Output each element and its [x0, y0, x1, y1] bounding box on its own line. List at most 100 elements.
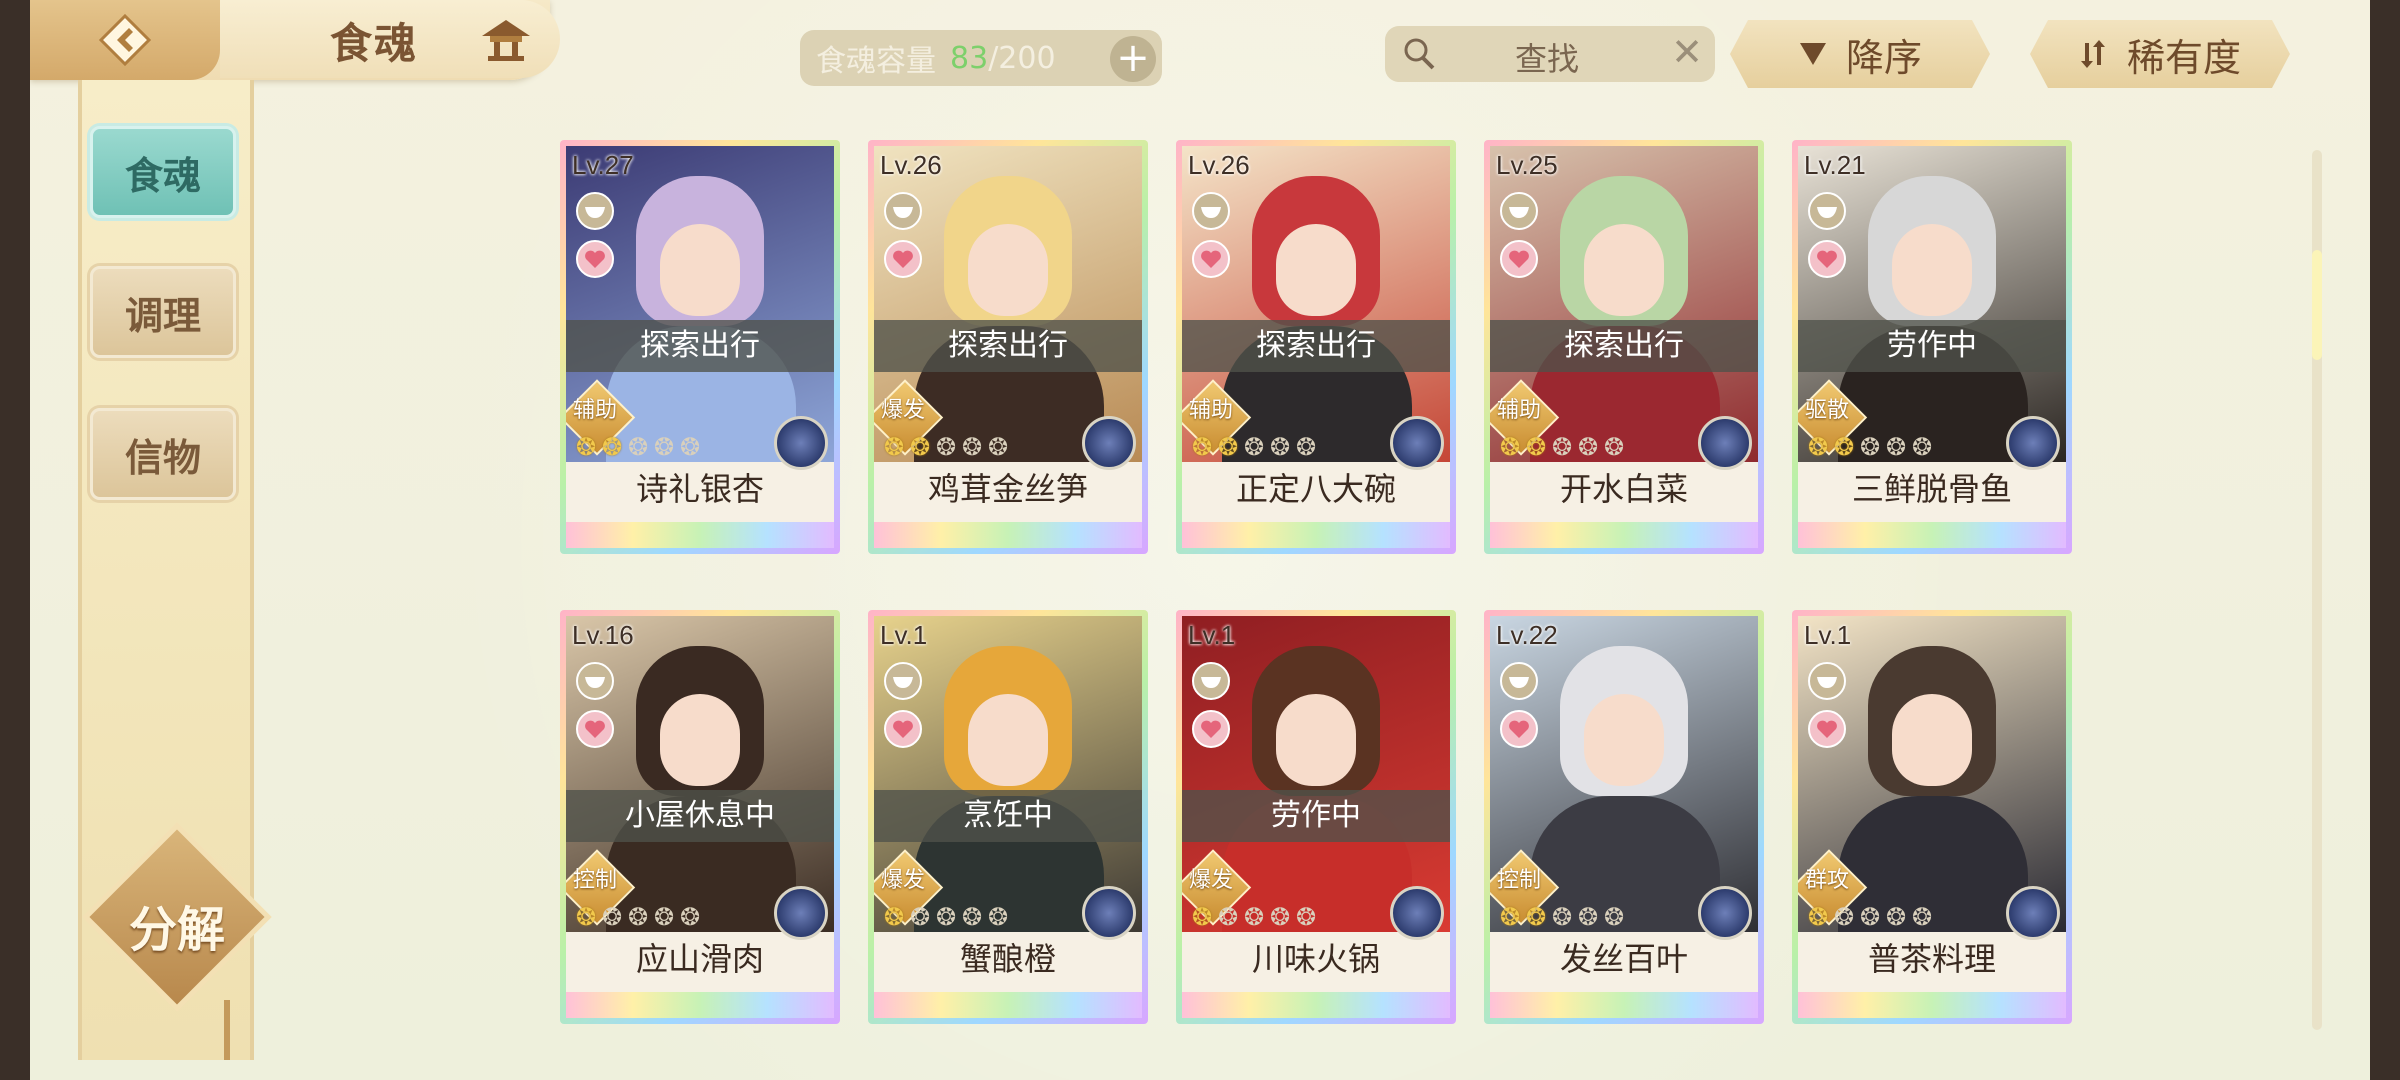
decompose-label[interactable]: 分解	[110, 890, 244, 960]
rarity-stars: ❂ ❂ ❂ ❂ ❂	[576, 904, 702, 930]
role-badge: 爆发	[1182, 849, 1252, 926]
card-body: Lv.16 小屋休息中 控制 ❂ ❂ ❂ ❂ ❂ 应山滑肉	[566, 616, 834, 1018]
role-badge: 控制	[1490, 849, 1560, 926]
star-icon: ❂	[1808, 903, 1829, 931]
star-icon: ❂	[628, 433, 649, 461]
star-icon: ❂	[1860, 903, 1881, 931]
bowl-icon	[1192, 662, 1230, 700]
level-label: Lv.1	[1188, 620, 1236, 650]
food-soul-card[interactable]: Lv.21 劳作中 驱散 ❂ ❂ ❂ ❂ ❂ 三鲜脱骨鱼	[1792, 140, 2072, 554]
food-soul-name: 诗礼银杏	[635, 470, 764, 508]
tab-food-soul[interactable]: 食魂	[90, 126, 236, 218]
status-banner: 探索出行	[874, 320, 1142, 372]
star-icon: ❂	[1578, 903, 1599, 931]
star-icon: ❂	[1500, 903, 1521, 931]
food-soul-card[interactable]: Lv.16 小屋休息中 控制 ❂ ❂ ❂ ❂ ❂ 应山滑肉	[560, 610, 840, 1024]
tab-conditioning[interactable]: 调理	[90, 266, 236, 358]
star-icon: ❂	[1500, 433, 1521, 461]
clear-search-icon[interactable]: ✕	[1671, 30, 1703, 74]
tassel-decoration	[224, 1000, 230, 1060]
star-icon: ❂	[654, 433, 675, 461]
star-icon: ❂	[1218, 433, 1239, 461]
portrait-face	[1892, 694, 1972, 786]
role-label: 辅助	[1496, 398, 1541, 423]
food-soul-card[interactable]: Lv.1 劳作中 爆发 ❂ ❂ ❂ ❂ ❂ 川味火锅	[1176, 610, 1456, 1024]
star-icon: ❂	[1886, 433, 1907, 461]
sort-descending-button[interactable]: 降序	[1730, 20, 1990, 88]
star-icon: ❂	[936, 433, 957, 461]
card-body: Lv.27 探索出行 辅助 ❂ ❂ ❂ ❂ ❂ 诗礼银杏	[566, 146, 834, 548]
food-soul-card[interactable]: Lv.26 探索出行 爆发 ❂ ❂ ❂ ❂ ❂ 鸡茸金丝笋	[868, 140, 1148, 554]
sort-rarity-button[interactable]: 稀有度	[2030, 20, 2290, 88]
food-soul-card[interactable]: Lv.1 烹饪中 爆发 ❂ ❂ ❂ ❂ ❂ 蟹酿橙	[868, 610, 1148, 1024]
food-soul-card[interactable]: Lv.1 群攻 ❂ ❂ ❂ ❂ ❂ 普茶料理	[1792, 610, 2072, 1024]
search-label: 查找	[1515, 40, 1580, 78]
heart-icon	[1192, 710, 1230, 748]
star-icon: ❂	[628, 903, 649, 931]
tab-token[interactable]: 信物	[90, 408, 236, 500]
element-icon	[774, 886, 828, 940]
star-icon: ❂	[910, 903, 931, 931]
star-icon: ❂	[1192, 433, 1213, 461]
scrollbar-thumb[interactable]	[2312, 250, 2322, 360]
bowl-icon	[1500, 192, 1538, 230]
food-soul-name: 川味火锅	[1251, 940, 1380, 978]
portrait-face	[1584, 224, 1664, 316]
capacity-label: 食魂容量	[816, 44, 936, 79]
star-icon: ❂	[988, 433, 1009, 461]
rarity-stars: ❂ ❂ ❂ ❂ ❂	[1500, 434, 1626, 460]
status-banner: 小屋休息中	[566, 790, 834, 842]
food-soul-name: 发丝百叶	[1559, 940, 1688, 978]
element-icon	[774, 416, 828, 470]
level-label: Lv.16	[572, 620, 634, 650]
card-body: Lv.25 探索出行 辅助 ❂ ❂ ❂ ❂ ❂ 开水白菜	[1490, 146, 1758, 548]
back-arrow-icon	[98, 13, 152, 67]
food-soul-card[interactable]: Lv.27 探索出行 辅助 ❂ ❂ ❂ ❂ ❂ 诗礼银杏	[560, 140, 840, 554]
role-label: 群攻	[1804, 868, 1849, 893]
star-icon: ❂	[1604, 433, 1625, 461]
portrait-face	[1892, 224, 1972, 316]
bowl-icon	[884, 662, 922, 700]
bowl-icon	[1500, 662, 1538, 700]
star-icon: ❂	[1526, 433, 1547, 461]
food-soul-card[interactable]: Lv.25 探索出行 辅助 ❂ ❂ ❂ ❂ ❂ 开水白菜	[1484, 140, 1764, 554]
rarity-stars: ❂ ❂ ❂ ❂ ❂	[1192, 434, 1318, 460]
food-soul-card[interactable]: Lv.22 控制 ❂ ❂ ❂ ❂ ❂ 发丝百叶	[1484, 610, 1764, 1024]
rarity-frame	[1798, 522, 2066, 548]
level-label: Lv.26	[1188, 150, 1250, 180]
star-icon: ❂	[1218, 903, 1239, 931]
rarity-stars: ❂ ❂ ❂ ❂ ❂	[884, 434, 1010, 460]
back-button[interactable]	[30, 0, 220, 80]
rarity-stars: ❂ ❂ ❂ ❂ ❂	[1808, 434, 1934, 460]
level-label: Lv.21	[1804, 150, 1866, 180]
scrollbar[interactable]	[2312, 150, 2322, 1030]
role-label: 爆发	[880, 398, 925, 423]
rarity-stars: ❂ ❂ ❂ ❂ ❂	[884, 904, 1010, 930]
capacity-current: 83	[950, 40, 989, 76]
bowl-icon	[1192, 192, 1230, 230]
portrait-face	[1276, 224, 1356, 316]
card-body: Lv.21 劳作中 驱散 ❂ ❂ ❂ ❂ ❂ 三鲜脱骨鱼	[1798, 146, 2066, 548]
food-soul-card[interactable]: Lv.26 探索出行 辅助 ❂ ❂ ❂ ❂ ❂ 正定八大碗	[1176, 140, 1456, 554]
star-icon: ❂	[576, 903, 597, 931]
star-icon: ❂	[962, 433, 983, 461]
food-soul-name: 鸡茸金丝笋	[927, 470, 1088, 508]
element-icon	[1082, 886, 1136, 940]
level-label: Lv.25	[1496, 150, 1558, 180]
capacity-add-button[interactable]: +	[1110, 36, 1156, 82]
capacity-display: 食魂容量 83 /200 +	[800, 30, 1162, 86]
star-icon: ❂	[680, 433, 701, 461]
rarity-stars: ❂ ❂ ❂ ❂ ❂	[576, 434, 702, 460]
star-icon: ❂	[1270, 903, 1291, 931]
heart-icon	[1500, 710, 1538, 748]
element-icon	[2006, 416, 2060, 470]
rarity-stars: ❂ ❂ ❂ ❂ ❂	[1192, 904, 1318, 930]
pavilion-icon[interactable]	[478, 16, 534, 64]
role-label: 驱散	[1804, 398, 1849, 423]
heart-icon	[576, 240, 614, 278]
portrait-face	[660, 224, 740, 316]
food-soul-name: 三鲜脱骨鱼	[1851, 470, 2012, 508]
heart-icon	[1192, 240, 1230, 278]
card-body: Lv.1 群攻 ❂ ❂ ❂ ❂ ❂ 普茶料理	[1798, 616, 2066, 1018]
search-bar[interactable]: 查找 ✕	[1385, 26, 1715, 82]
